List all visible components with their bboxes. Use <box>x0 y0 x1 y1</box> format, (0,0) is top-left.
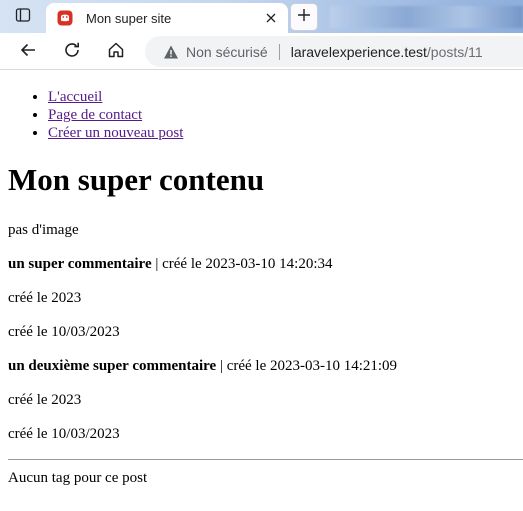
tab-actions-icon <box>15 7 31 28</box>
address-bar[interactable]: Non sécurisé laravelexperience.test/post… <box>145 36 523 67</box>
nav-item-create-post: Créer un nouveau post <box>48 124 183 142</box>
page-content: L'accueil Page de contact Créer un nouve… <box>0 71 523 511</box>
address-toolbar: Non sécurisé laravelexperience.test/post… <box>0 33 523 70</box>
url-separator <box>278 43 280 60</box>
nav-link-contact[interactable]: Page de contact <box>48 107 142 123</box>
horizontal-rule <box>8 459 523 460</box>
nav-link-home[interactable]: L'accueil <box>48 89 102 105</box>
tab-strip: Mon super site <box>0 0 523 33</box>
comment-header: un super commentaire | créé le 2023-03-1… <box>8 256 332 273</box>
comment-date-line: créé le 10/03/2023 <box>8 426 120 442</box>
image-placeholder-text: pas d'image <box>8 222 79 238</box>
blurred-desktop-background <box>330 6 523 28</box>
security-status-label[interactable]: Non sécurisé <box>186 44 268 60</box>
comment-meta: | créé le 2023-03-10 14:20:34 <box>151 256 333 272</box>
plus-icon <box>297 8 311 27</box>
comment-year-line: créé le 2023 <box>8 290 82 306</box>
new-tab-button[interactable] <box>290 3 318 31</box>
url-host: laravelexperience.test <box>290 43 427 60</box>
reload-button[interactable] <box>58 38 86 66</box>
nav-item-home: L'accueil <box>48 88 183 106</box>
post-title: Mon super contenu <box>8 162 265 197</box>
nav-item-contact: Page de contact <box>48 106 183 124</box>
tab-actions-button[interactable] <box>8 6 38 28</box>
warning-icon[interactable] <box>163 44 179 60</box>
reload-icon <box>63 41 81 64</box>
close-tab-icon[interactable] <box>260 7 282 29</box>
comment-author: un super commentaire <box>8 256 152 272</box>
url-path: /posts/11 <box>426 43 483 60</box>
comment-header: un deuxième super commentaire | créé le … <box>8 358 397 375</box>
nav-link-create-post[interactable]: Créer un nouveau post <box>48 125 183 141</box>
back-arrow-icon <box>19 41 37 64</box>
browser-tab-active[interactable]: Mon super site <box>46 3 288 33</box>
comment-meta: | créé le 2023-03-10 14:21:09 <box>216 358 398 374</box>
url-text[interactable]: laravelexperience.test/posts/11 <box>291 44 483 60</box>
comment-date-line: créé le 10/03/2023 <box>8 324 120 340</box>
back-button[interactable] <box>14 38 42 66</box>
tab-title: Mon super site <box>86 10 172 26</box>
comment-author: un deuxième super commentaire <box>8 358 217 374</box>
home-icon <box>107 41 125 64</box>
site-nav: L'accueil Page de contact Créer un nouve… <box>48 88 183 142</box>
home-button[interactable] <box>102 38 130 66</box>
site-favicon-icon <box>57 10 73 26</box>
comment-year-line: créé le 2023 <box>8 392 82 408</box>
tags-status-text: Aucun tag pour ce post <box>8 470 148 486</box>
